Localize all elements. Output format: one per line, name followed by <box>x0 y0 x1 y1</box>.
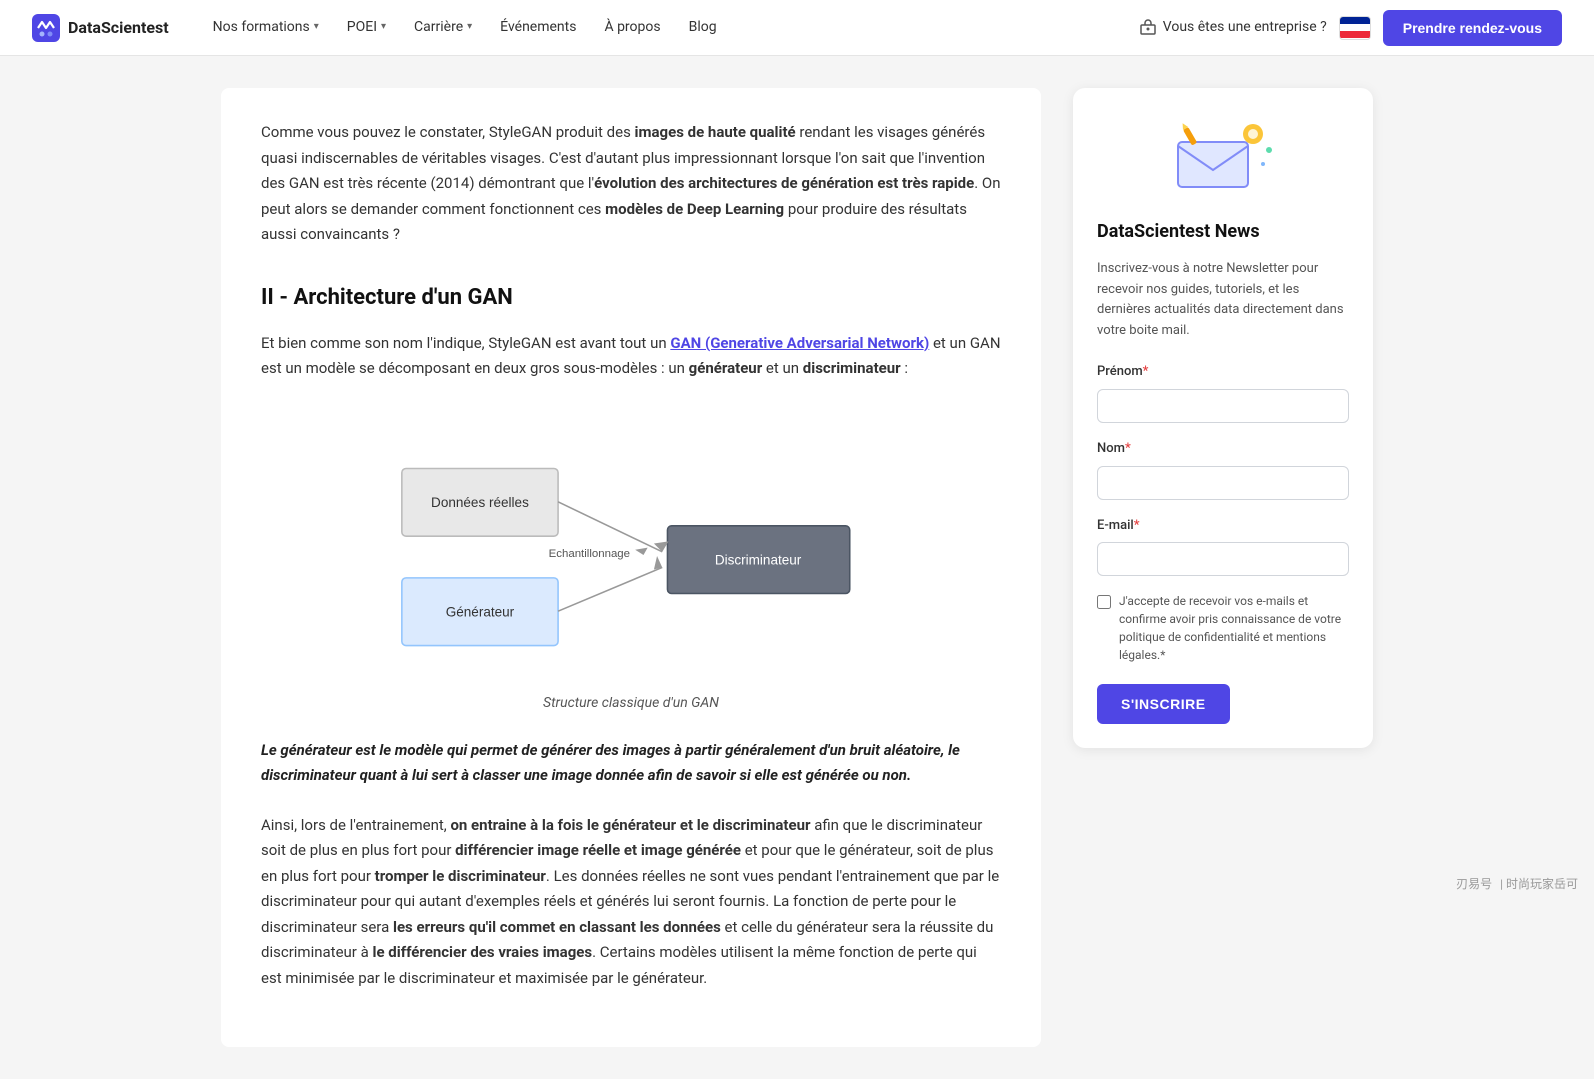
logo[interactable]: DataScientest <box>32 14 169 42</box>
prenom-field-group: Prénom* <box>1097 362 1349 423</box>
logo-icon <box>32 14 60 42</box>
main-article: Comme vous pouvez le constater, StyleGAN… <box>221 88 1041 1047</box>
gan-diagram: Données réelles Générateur Discriminateu… <box>381 406 881 714</box>
prenom-input[interactable] <box>1097 389 1349 423</box>
diagram-caption: Structure classique d'un GAN <box>381 692 881 714</box>
nom-input[interactable] <box>1097 466 1349 500</box>
page-content: Comme vous pouvez le constater, StyleGAN… <box>197 56 1397 1079</box>
donnees-reelles-label: Données réelles <box>431 495 529 510</box>
flag-blue-stripe <box>1340 17 1370 24</box>
nav-item-formations[interactable]: Nos formations ▾ <box>201 10 331 44</box>
chevron-down-icon: ▾ <box>467 19 472 35</box>
nav-item-carriere[interactable]: Carrière ▾ <box>402 10 484 44</box>
echantillonnage-label: Echantillonnage <box>549 548 630 560</box>
email-label: E-mail* <box>1097 516 1349 537</box>
gan-diagram-svg: Données réelles Générateur Discriminateu… <box>381 406 881 677</box>
consent-label: J'accepte de recevoir vos e-mails et con… <box>1119 592 1349 664</box>
flag-white-stripe <box>1340 24 1370 31</box>
section-heading: II - Architecture d'un GAN <box>261 280 1001 315</box>
nav-item-blog[interactable]: Blog <box>677 10 729 44</box>
nav-links: Nos formations ▾ POEI ▾ Carrière ▾ Événe… <box>201 10 1139 44</box>
subscribe-button[interactable]: S'INSCRIRE <box>1097 684 1230 724</box>
watermark: 刃易号 | 时尚玩家岳可 <box>1456 875 1578 894</box>
enterprise-link[interactable]: Vous êtes une entreprise ? <box>1139 16 1327 38</box>
newsletter-svg <box>1163 112 1283 202</box>
nom-label: Nom* <box>1097 439 1349 460</box>
flag-red-stripe <box>1340 31 1370 38</box>
article-blockquote: Le générateur est le modèle qui permet d… <box>261 738 1001 789</box>
email-input[interactable] <box>1097 542 1349 576</box>
newsletter-card: DataScientest News Inscrivez-vous à notr… <box>1073 88 1373 748</box>
nav-item-poei[interactable]: POEI ▾ <box>335 10 398 44</box>
chevron-down-icon: ▾ <box>314 19 319 35</box>
sidebar-description: Inscrivez-vous à notre Newsletter pour r… <box>1097 259 1349 342</box>
generateur-label: Générateur <box>446 604 515 619</box>
chevron-down-icon: ▾ <box>381 19 386 35</box>
newsletter-illustration <box>1097 112 1349 202</box>
article-body-paragraph: Ainsi, lors de l'entrainement, on entrai… <box>261 813 1001 992</box>
discriminateur-label: Discriminateur <box>715 552 802 567</box>
nav-right: Vous êtes une entreprise ? Prendre rende… <box>1139 10 1562 46</box>
consent-checkbox[interactable] <box>1097 595 1111 609</box>
language-flag-button[interactable] <box>1339 16 1371 40</box>
sidebar-title: DataScientest News <box>1097 218 1349 247</box>
cta-button[interactable]: Prendre rendez-vous <box>1383 10 1562 46</box>
sidebar: DataScientest News Inscrivez-vous à notr… <box>1073 88 1373 748</box>
logo-text: DataScientest <box>68 15 169 41</box>
nom-field-group: Nom* <box>1097 439 1349 500</box>
nav-item-evenements[interactable]: Événements <box>488 10 588 44</box>
email-field-group: E-mail* <box>1097 516 1349 577</box>
consent-checkbox-row: J'accepte de recevoir vos e-mails et con… <box>1097 592 1349 664</box>
article-intro-paragraph: Comme vous pouvez le constater, StyleGAN… <box>261 120 1001 248</box>
enterprise-icon <box>1139 18 1157 36</box>
prenom-label: Prénom* <box>1097 362 1349 383</box>
nav-item-apropos[interactable]: À propos <box>592 10 672 44</box>
article-section-intro: Et bien comme son nom l'indique, StyleGA… <box>261 331 1001 382</box>
navbar: DataScientest Nos formations ▾ POEI ▾ Ca… <box>0 0 1594 56</box>
